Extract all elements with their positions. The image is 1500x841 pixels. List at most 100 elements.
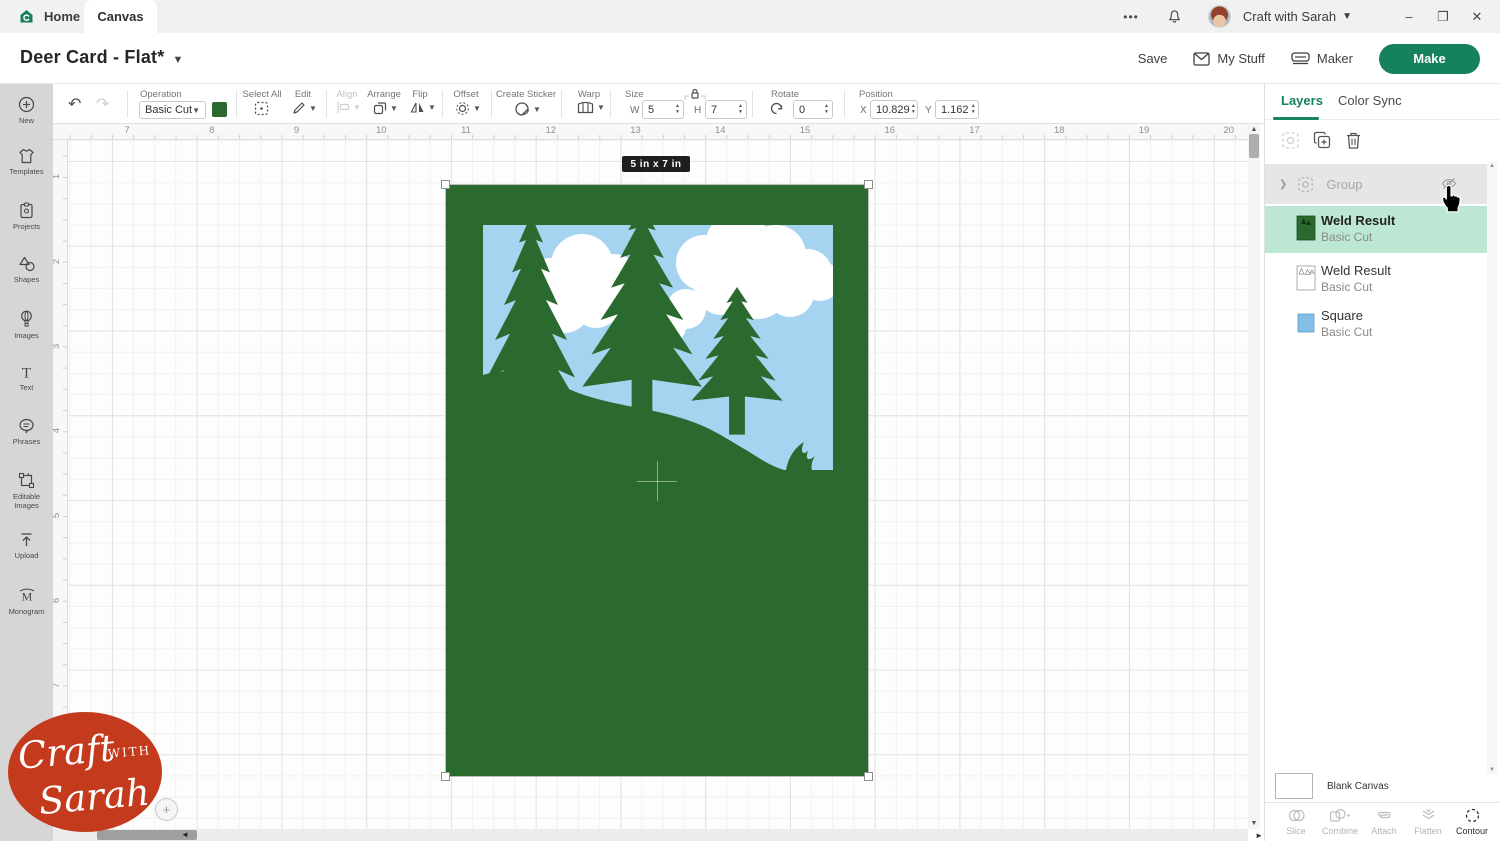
layer-row-weld-result[interactable]: Weld Result Basic Cut [1265,256,1487,300]
attach-button[interactable]: Attach [1363,807,1405,841]
undo-button[interactable]: ↶ [68,94,81,114]
delete-trash-icon[interactable] [1345,131,1362,150]
position-x-stepper[interactable]: ▲▼ [910,104,917,115]
position-y-stepper[interactable]: ▲▼ [969,104,978,115]
rotate-input[interactable]: 0 ▲▼ [793,100,833,119]
window-maximize-button[interactable]: ❐ [1426,0,1460,33]
slice-icon [1275,807,1317,824]
sidebar-item-phrases[interactable]: Phrases [0,418,53,446]
ruler-h-number: 19 [1139,125,1150,136]
position-y-input[interactable]: 1.162 ▲▼ [935,100,979,119]
user-avatar[interactable] [1208,5,1231,28]
ruler-h-number: 9 [294,125,299,136]
more-menu-icon[interactable]: ••• [1123,10,1139,24]
height-stepper[interactable]: ▲▼ [735,104,746,115]
account-chevron-down-icon[interactable]: ▼ [1342,11,1352,22]
ruler-h-number: 12 [545,125,556,136]
slice-button[interactable]: Slice [1275,807,1317,841]
selection-handle-top-right[interactable] [864,180,873,189]
save-button[interactable]: Save [1138,51,1168,66]
position-label: Position [859,89,893,100]
create-sticker-button[interactable]: ▼ [514,101,541,117]
selection-handle-bottom-right[interactable] [864,772,873,781]
vertical-scrollbar[interactable]: ▲ ▼ [1248,124,1260,829]
layer-color-swatch[interactable] [212,102,227,117]
sidebar-item-projects[interactable]: Projects [0,202,53,231]
tab-color-sync[interactable]: Color Sync [1338,93,1402,108]
offset-button[interactable]: ▼ [455,101,481,116]
sidebar-item-editable-images[interactable]: Editable Images [0,472,53,510]
size-lock-icon[interactable] [684,87,706,101]
scroll-right-arrow-icon[interactable]: ► [1255,831,1263,840]
height-input[interactable]: 7 ▲▼ [705,100,747,119]
scroll-up-arrow-icon[interactable]: ▲ [1248,126,1260,133]
warp-button[interactable]: ▼ [577,101,605,114]
combine-button[interactable]: Combine [1319,807,1361,841]
ruler-h-number: 8 [209,125,214,136]
account-name[interactable]: Craft with Sarah [1243,9,1336,24]
align-button[interactable]: ▼ [336,101,361,114]
operation-dropdown[interactable]: Basic Cut▼ [139,101,206,119]
layers-toolbar [1265,120,1500,160]
layer-subtitle: Basic Cut [1321,230,1372,244]
panel-tabs: Layers Color Sync [1265,84,1500,120]
center-cross-vertical [657,461,658,501]
layers-scrollbar[interactable]: ▲ ▼ [1487,162,1497,774]
arrange-button[interactable]: ▼ [373,101,398,115]
x-axis-label: X [860,105,867,116]
maker-machine-button[interactable]: Maker [1291,51,1353,66]
scroll-left-arrow-icon[interactable]: ◄ [181,830,189,839]
window-close-button[interactable]: ✕ [1460,0,1494,33]
horizontal-scrollbar[interactable]: ◄ [53,829,1248,841]
layers-scroll-up-icon[interactable]: ▲ [1487,163,1497,169]
layer-row-square[interactable]: Square Basic Cut [1265,301,1487,345]
flatten-button[interactable]: Flatten [1407,807,1449,841]
craft-with-sarah-logo: Craft WITH Sarah [0,708,172,836]
canvas-tab[interactable]: Canvas [84,0,157,33]
group-expand-chevron-icon[interactable]: ❯ [1279,179,1287,190]
align-icon [336,101,350,114]
group-tool-icon[interactable] [1281,131,1300,150]
sidebar-item-text[interactable]: T Text [0,365,53,392]
window-minimize-button[interactable]: – [1392,0,1426,33]
layer-thumbnail-white-scene [1296,265,1316,291]
edit-caret-icon: ▼ [309,104,317,113]
rotate-button[interactable] [769,101,784,116]
selection-handle-top-left[interactable] [441,180,450,189]
edit-button[interactable]: ▼ [292,101,317,115]
tab-layers[interactable]: Layers [1281,93,1323,108]
home-tab[interactable]: Home [18,0,80,33]
notifications-bell-icon[interactable] [1167,9,1182,25]
selection-handle-bottom-left[interactable] [441,772,450,781]
width-input[interactable]: 5 ▲▼ [642,100,684,119]
blank-canvas-row[interactable]: Blank Canvas [1265,770,1500,802]
sidebar-item-images[interactable]: Images [0,310,53,340]
contour-button[interactable]: Contour [1451,807,1493,841]
width-stepper[interactable]: ▲▼ [672,104,683,115]
arrange-caret-icon: ▼ [390,104,398,113]
align-label: Align [336,89,357,100]
position-x-input[interactable]: 10.829 ▲▼ [870,100,918,119]
sidebar-item-templates[interactable]: Templates [0,148,53,176]
my-stuff-button[interactable]: My Stuff [1193,51,1264,66]
warp-label: Warp [578,89,600,100]
vertical-scroll-thumb[interactable] [1249,134,1259,158]
flip-button[interactable]: ▼ [410,101,436,114]
redo-button[interactable]: ↷ [96,94,109,114]
ruler-h-number: 20 [1223,125,1234,136]
select-all-icon [254,101,269,116]
sidebar-item-new[interactable]: New [0,96,53,125]
scroll-down-arrow-icon[interactable]: ▼ [1248,820,1260,827]
phrases-icon [0,418,53,434]
ruler-h-number: 15 [800,125,811,136]
project-title[interactable]: Deer Card - Flat*▼ [20,47,184,68]
ruler-v-number: 2 [53,259,62,264]
duplicate-icon[interactable] [1313,131,1332,150]
sidebar-item-shapes[interactable]: Shapes [0,256,53,284]
select-all-button[interactable] [254,101,269,116]
make-button[interactable]: Make [1379,44,1480,74]
rotate-stepper[interactable]: ▲▼ [821,104,832,115]
sidebar-item-upload[interactable]: Upload [0,532,53,560]
sidebar-item-monogram[interactable]: M Monogram [0,587,53,616]
templates-icon [0,148,53,164]
